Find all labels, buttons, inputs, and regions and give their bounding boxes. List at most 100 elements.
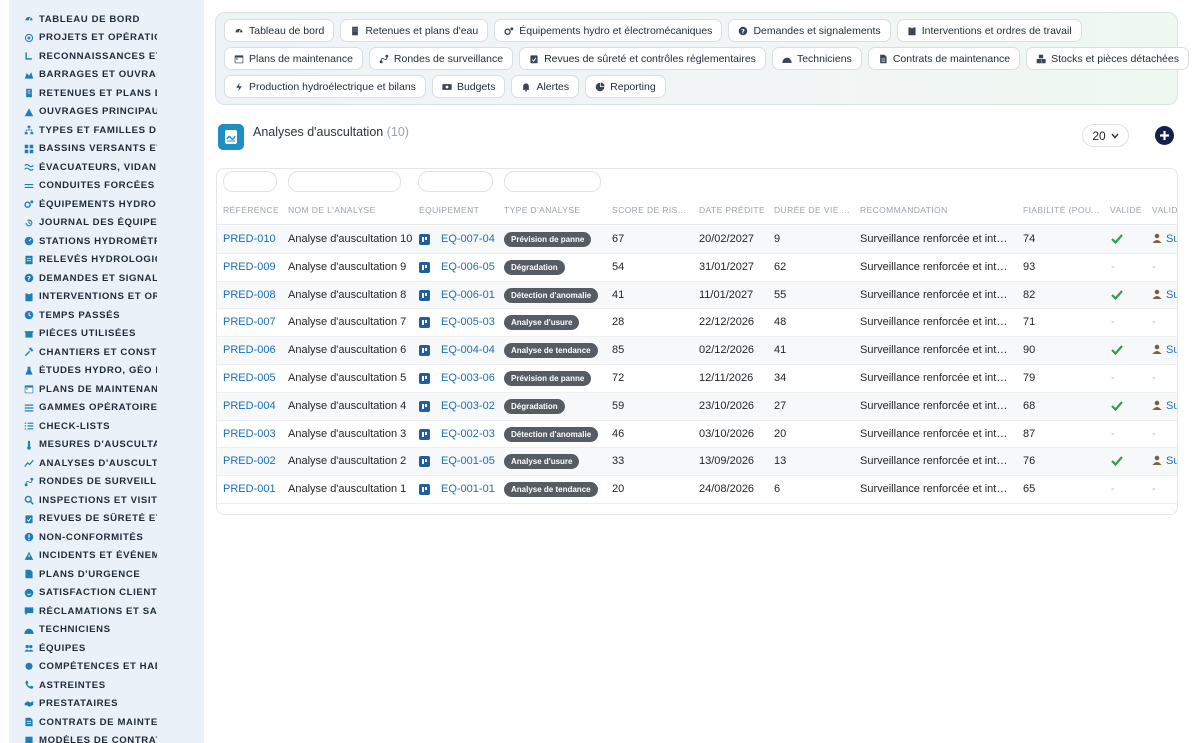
sidebar-item[interactable]: Retenues et plans d'e [9, 84, 204, 103]
reference-link[interactable]: PRED-004 [223, 400, 276, 412]
page-size-select[interactable]: 20 [1082, 124, 1129, 147]
sidebar-item[interactable]: Plans de maintenance [9, 380, 204, 399]
table-row[interactable]: PRED-008 Analyse d'auscultation 8 EQ-006-0… [217, 281, 1177, 310]
reference-link[interactable]: PRED-001 [223, 483, 276, 495]
table-row[interactable]: PRED-009 Analyse d'auscultation 9 EQ-006-0… [217, 254, 1177, 282]
column-header[interactable]: Validé [1110, 205, 1142, 215]
validator-cell[interactable]: Su [1152, 289, 1177, 302]
table-row[interactable]: PRED-007 Analyse d'auscultation 7 EQ-005-0… [217, 309, 1177, 338]
sidebar-item[interactable]: Mesures d'auscultati [9, 436, 204, 455]
reference-link[interactable]: PRED-006 [223, 344, 276, 356]
column-header[interactable]: Valida [1152, 205, 1177, 215]
sidebar-item[interactable]: Contrats de maintena [9, 713, 204, 732]
column-header[interactable]: Recommandation [860, 205, 948, 215]
topnav-link[interactable]: Alertes [511, 75, 580, 98]
equipment-link[interactable]: EQ-002-03 [441, 428, 495, 440]
reference-link[interactable]: PRED-003 [223, 428, 276, 440]
sidebar-item[interactable]: Projets et opération [9, 29, 204, 48]
sidebar-item[interactable]: Analyses d'auscultat [9, 454, 204, 473]
reference-link[interactable]: PRED-009 [223, 261, 276, 273]
sidebar-item[interactable]: Barrages et ouvrage [9, 66, 204, 85]
filter-type-input[interactable] [504, 171, 601, 192]
sidebar-item[interactable]: Interventions et ordi [9, 288, 204, 307]
reference-link[interactable]: PRED-005 [223, 372, 276, 384]
equipment-link[interactable]: EQ-006-01 [441, 289, 495, 301]
column-header[interactable]: Référence [223, 205, 279, 215]
sidebar-item[interactable]: Relevés hydrologiqu [9, 251, 204, 270]
sidebar-item[interactable]: Techniciens [9, 621, 204, 640]
validator-link[interactable]: Su [1166, 344, 1177, 356]
add-record-button[interactable] [1155, 126, 1174, 145]
equipment-link[interactable]: EQ-004-04 [441, 344, 495, 356]
sidebar-item[interactable]: Évacuateurs, vidange [9, 158, 204, 177]
sidebar-item[interactable]: Études hydro, géo et [9, 362, 204, 381]
sidebar-item[interactable]: Chantiers et constru [9, 343, 204, 362]
sidebar-item[interactable]: Rondes de surveillan [9, 473, 204, 492]
equipment-link[interactable]: EQ-001-05 [441, 455, 495, 467]
reference-link[interactable]: PRED-008 [223, 289, 276, 301]
equipment-link[interactable]: EQ-005-03 [441, 316, 495, 328]
topnav-link[interactable]: Tableau de bord [224, 19, 335, 42]
table-row[interactable]: PRED-002 Analyse d'auscultation 2 EQ-001-0… [217, 448, 1177, 477]
sidebar-item[interactable]: Non-conformités [9, 528, 204, 547]
column-header[interactable]: Nom de l'analyse [288, 205, 376, 215]
topnav-link[interactable]: Reporting [585, 75, 666, 98]
filter-name-input[interactable] [288, 171, 401, 192]
topnav-link[interactable]: Techniciens [771, 47, 862, 70]
topnav-link[interactable]: Équipements hydro et électromécaniques [494, 19, 723, 42]
sidebar-item[interactable]: Tableau de bord [9, 10, 204, 29]
validator-link[interactable]: Su [1166, 289, 1177, 301]
sidebar-item[interactable]: Check-lists [9, 417, 204, 436]
table-row[interactable]: PRED-006 Analyse d'auscultation 6 EQ-004-0… [217, 337, 1177, 365]
topnav-link[interactable]: Production hydroélectrique et bilans [224, 75, 426, 98]
table-row[interactable]: PRED-001 Analyse d'auscultation 1 EQ-001-0… [217, 476, 1177, 504]
sidebar-item[interactable]: Plans d'urgence [9, 565, 204, 584]
sidebar-item[interactable]: Prestataires [9, 695, 204, 714]
topnav-link[interactable]: ? Demandes et signalements [728, 19, 891, 42]
equipment-link[interactable]: EQ-007-04 [441, 233, 495, 245]
sidebar-item[interactable]: Inspections et visites [9, 491, 204, 510]
sidebar-item[interactable]: Types et familles d'ou [9, 121, 204, 140]
validator-cell[interactable]: Su [1152, 400, 1177, 413]
reference-link[interactable]: PRED-007 [223, 316, 276, 328]
reference-link[interactable]: PRED-002 [223, 455, 276, 467]
sidebar-item[interactable]: Gammes opératoires [9, 399, 204, 418]
validator-cell[interactable]: Su [1152, 455, 1177, 468]
filter-reference-input[interactable] [223, 171, 277, 192]
sidebar-item[interactable]: Temps passés [9, 306, 204, 325]
column-header[interactable]: Score de ris... [612, 205, 686, 215]
equipment-link[interactable]: EQ-001-01 [441, 483, 495, 495]
sidebar-item[interactable]: Bassins versants et a [9, 140, 204, 159]
column-header[interactable]: Date prédite [699, 205, 765, 215]
sidebar-item[interactable]: Journal des équipeme [9, 214, 204, 233]
column-header[interactable]: Type d'analyse [504, 205, 581, 215]
sidebar-item[interactable]: Réclamations et SAV [9, 602, 204, 621]
reference-link[interactable]: PRED-010 [223, 233, 276, 245]
table-row[interactable]: PRED-005 Analyse d'auscultation 5 EQ-003-0… [217, 365, 1177, 393]
sidebar-item[interactable]: Incidents et événemen [9, 547, 204, 566]
column-header[interactable]: Fiabilité (pou... [1023, 205, 1100, 215]
column-header[interactable]: Durée de vie ... [774, 205, 850, 215]
sidebar-item[interactable]: ? Demandes et signalem [9, 269, 204, 288]
equipment-link[interactable]: EQ-003-06 [441, 372, 495, 384]
validator-cell[interactable]: Su [1152, 344, 1177, 357]
column-header[interactable]: Équipement [419, 205, 479, 215]
table-row[interactable]: PRED-010 Analyse d'auscultation 10 EQ-007-… [217, 226, 1177, 254]
sidebar-item[interactable]: Pièces utilisées [9, 325, 204, 344]
sidebar-item[interactable]: Revues de sûreté et c [9, 510, 204, 529]
sidebar-item[interactable]: Ouvrages principaux [9, 103, 204, 122]
sidebar-item[interactable]: Reconnaissances et v [9, 47, 204, 66]
sidebar-item[interactable]: Compétences et habil [9, 658, 204, 677]
table-row[interactable]: PRED-004 Analyse d'auscultation 4 EQ-003-0… [217, 392, 1177, 421]
sidebar-item[interactable]: Astreintes [9, 676, 204, 695]
sidebar-item[interactable]: Équipes [9, 639, 204, 658]
topnav-link[interactable]: Interventions et ordres de travail [896, 19, 1082, 42]
sidebar-item[interactable]: Modèles de contrats [9, 732, 204, 743]
sidebar-item[interactable]: Conduites forcées et [9, 177, 204, 196]
table-row[interactable]: PRED-003 Analyse d'auscultation 3 EQ-002-0… [217, 421, 1177, 449]
equipment-link[interactable]: EQ-003-02 [441, 400, 495, 412]
sidebar-item[interactable]: Équipements hydro et [9, 195, 204, 214]
sidebar-item[interactable]: Stations hydrométric [9, 232, 204, 251]
topnav-link[interactable]: Stocks et pièces détachées [1026, 47, 1189, 70]
equipment-link[interactable]: EQ-006-05 [441, 261, 495, 273]
